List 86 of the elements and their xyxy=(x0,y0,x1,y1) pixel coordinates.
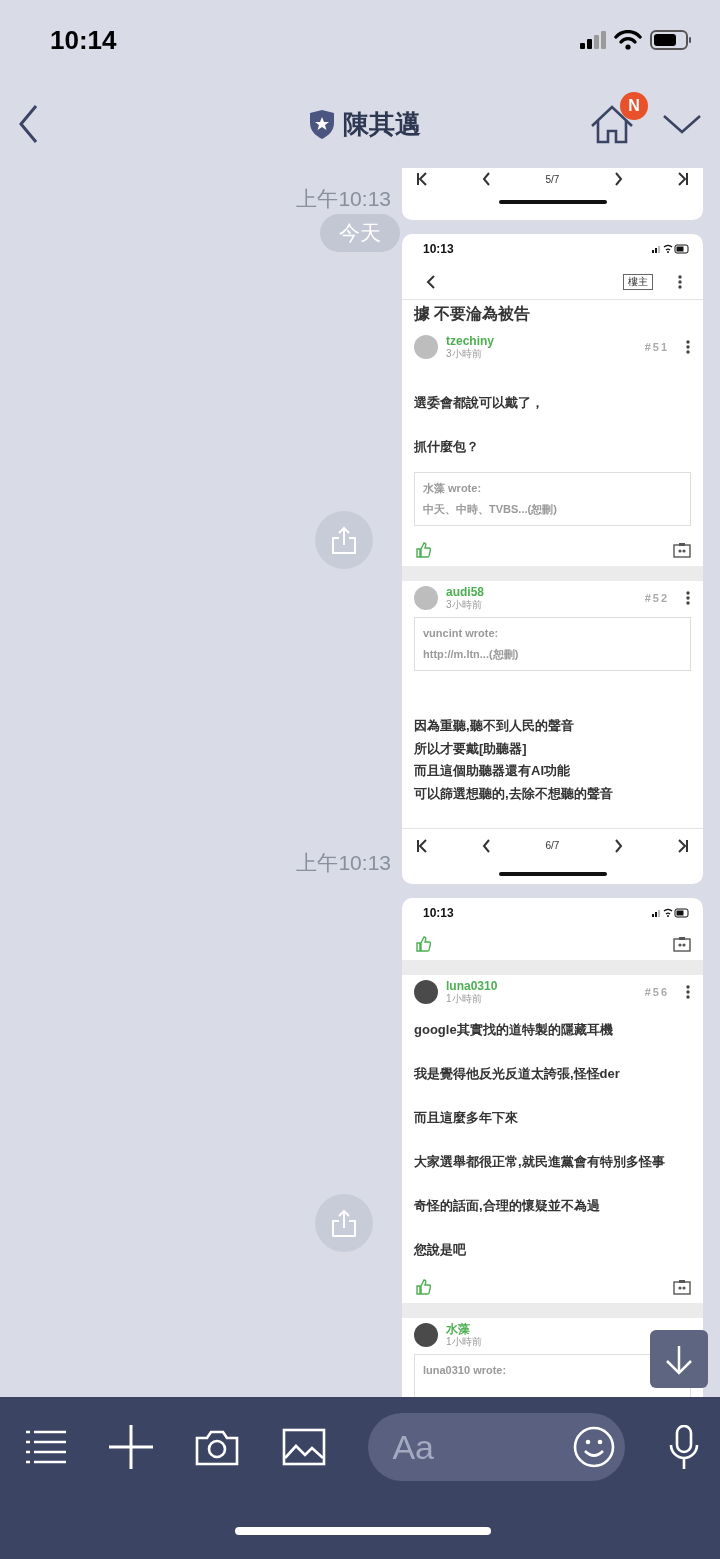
post-text: 可以篩選想聽的,去除不想聽的聲音 xyxy=(414,784,614,803)
username[interactable]: 水藻 xyxy=(446,1322,482,1336)
post-text: 大家選舉都很正常,就民進黨會有特別多怪事 xyxy=(414,1152,666,1171)
quote-author: luna0310 wrote: xyxy=(423,1363,508,1378)
username[interactable]: tzechiny xyxy=(446,334,494,348)
clock-time: 10:13 xyxy=(423,241,454,258)
plus-icon xyxy=(108,1425,153,1469)
share-icon xyxy=(330,525,358,555)
thumbs-up-icon[interactable] xyxy=(416,1278,432,1296)
first-page-icon[interactable] xyxy=(416,172,428,186)
thumbs-up-icon[interactable] xyxy=(416,541,432,559)
dropdown-button[interactable] xyxy=(662,112,702,136)
post-time: 1小時前 xyxy=(446,1336,482,1348)
quote-author: 水藻 wrote: xyxy=(423,481,483,496)
clock-time: 10:13 xyxy=(423,905,454,922)
page-indicator: 5/7 xyxy=(545,172,560,187)
arrow-down-icon xyxy=(664,1343,694,1375)
scroll-down-button[interactable] xyxy=(650,1330,708,1388)
more-icon[interactable] xyxy=(677,274,683,289)
message-time: 上午10:13 xyxy=(296,849,391,876)
post-text: 選委會都說可以戴了， xyxy=(414,393,545,412)
previous-icon[interactable] xyxy=(482,172,492,186)
message-field[interactable]: Aa xyxy=(368,1413,626,1481)
gallery-button[interactable] xyxy=(281,1428,326,1466)
post-time: 3小時前 xyxy=(446,599,483,611)
quote-icon[interactable] xyxy=(673,936,691,952)
back-icon xyxy=(18,104,40,144)
clock-time: 10:14 xyxy=(50,23,117,57)
back-button[interactable] xyxy=(18,104,40,144)
camera-button[interactable] xyxy=(195,1428,240,1466)
camera-icon xyxy=(195,1428,240,1466)
menu-icon xyxy=(26,1430,66,1464)
post-text: 我是覺得他反光反道太誇張,怪怪der xyxy=(414,1064,621,1083)
menu-button[interactable] xyxy=(26,1430,66,1464)
back-icon[interactable] xyxy=(426,274,436,289)
quote-icon[interactable] xyxy=(673,542,691,558)
share-icon xyxy=(330,1208,358,1238)
post-text: 因為重聽,聽不到人民的聲音 xyxy=(414,717,575,735)
thumbs-up-icon[interactable] xyxy=(416,935,432,953)
emoji-icon[interactable] xyxy=(573,1426,616,1468)
shield-icon xyxy=(309,108,335,140)
chevron-down-icon xyxy=(662,112,702,136)
message-time: 上午10:13 xyxy=(296,185,391,212)
owner-tag[interactable]: 樓主 xyxy=(623,273,653,290)
add-button[interactable] xyxy=(108,1425,153,1469)
microphone-icon xyxy=(667,1424,700,1470)
more-icon[interactable] xyxy=(685,591,691,605)
next-icon[interactable] xyxy=(613,172,623,186)
post-text: 奇怪的話面,合理的懷疑並不為過 xyxy=(414,1196,601,1215)
image-icon xyxy=(281,1428,326,1466)
microphone-button[interactable] xyxy=(667,1424,700,1470)
notification-badge: N xyxy=(620,92,648,120)
date-label: 今天 xyxy=(320,214,400,252)
status-icons xyxy=(652,908,689,918)
more-icon[interactable] xyxy=(685,340,691,354)
more-icon[interactable] xyxy=(685,985,691,999)
status-icons xyxy=(652,244,689,254)
post-text: 而且這麼多年下來 xyxy=(414,1108,519,1127)
post-number: #51 xyxy=(644,339,669,355)
post-text: 您說是吧 xyxy=(414,1240,467,1259)
post-time: 1小時前 xyxy=(446,993,483,1005)
post-time: 3小時前 xyxy=(446,348,482,360)
post-number: #56 xyxy=(644,984,669,1000)
post-text: 抓什麼包？ xyxy=(414,437,480,456)
last-page-icon[interactable] xyxy=(676,838,689,853)
next-icon[interactable] xyxy=(613,838,623,853)
message-input[interactable]: Aa xyxy=(392,1421,543,1473)
post-text: google其實找的道特製的隱藏耳機 xyxy=(414,1020,614,1039)
previous-icon[interactable] xyxy=(482,838,492,853)
quote-author: vuncint wrote: xyxy=(423,626,500,641)
chat-title: 陳其邁 xyxy=(343,107,421,141)
quote-icon[interactable] xyxy=(673,1279,691,1295)
username[interactable]: luna0310 xyxy=(446,979,498,993)
last-page-icon[interactable] xyxy=(676,172,689,186)
battery-icon xyxy=(650,30,692,50)
post-number: #52 xyxy=(644,590,669,606)
page-indicator: 6/7 xyxy=(545,839,560,853)
post-text: 而且這個助聽器還有AI功能 xyxy=(414,762,571,780)
wifi-icon xyxy=(614,30,642,50)
post-text: 所以才要戴[助聽器] xyxy=(414,739,528,758)
signal-icon xyxy=(580,31,606,49)
quote-text: http://m.ltn...(恕刪) xyxy=(423,647,520,662)
quote-text: 中天、中時、TVBS...(恕刪) xyxy=(423,502,558,517)
first-page-icon[interactable] xyxy=(416,838,428,853)
username[interactable]: audi58 xyxy=(446,585,484,599)
thread-title: 據 不要淪為被告 xyxy=(414,304,532,324)
